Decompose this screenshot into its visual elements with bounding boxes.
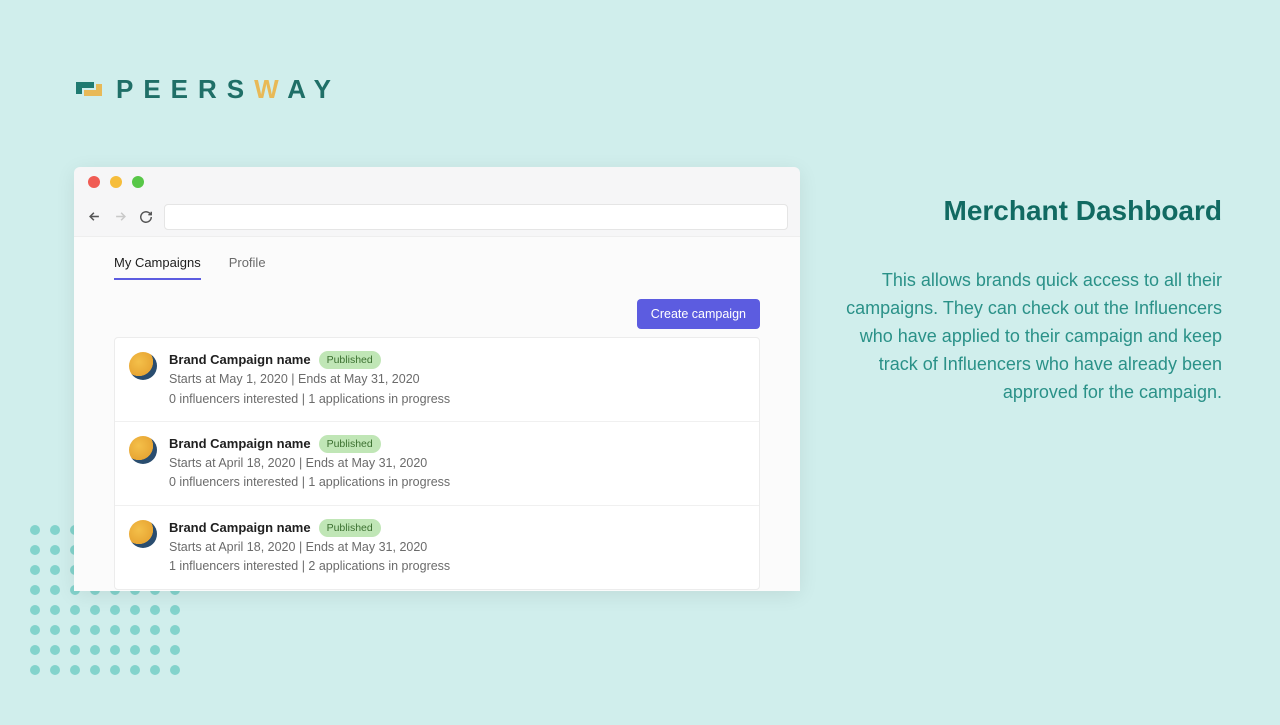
forward-icon[interactable] [112,209,128,225]
avatar [129,436,157,464]
campaign-dates: Starts at April 18, 2020 | Ends at May 3… [169,538,450,557]
list-item[interactable]: Brand Campaign name Published Starts at … [115,338,759,422]
campaign-title: Brand Campaign name [169,518,311,538]
tab-my-campaigns[interactable]: My Campaigns [114,255,201,280]
tab-profile[interactable]: Profile [229,255,266,280]
logo-mark-icon [72,72,106,106]
back-icon[interactable] [86,209,102,225]
window-maximize-icon[interactable] [132,176,144,188]
side-panel: Merchant Dashboard This allows brands qu… [842,195,1222,406]
nav-tabs: My Campaigns Profile [114,255,760,281]
page-description: This allows brands quick access to all t… [842,267,1222,406]
logo-text: PEERSWAY [116,74,341,105]
action-row: Create campaign [114,299,760,329]
avatar [129,352,157,380]
browser-toolbar [74,197,800,237]
campaign-dates: Starts at April 18, 2020 | Ends at May 3… [169,454,450,473]
list-item[interactable]: Brand Campaign name Published Starts at … [115,506,759,589]
status-badge: Published [319,519,381,537]
campaign-title: Brand Campaign name [169,434,311,454]
window-close-icon[interactable] [88,176,100,188]
campaign-title: Brand Campaign name [169,350,311,370]
status-badge: Published [319,435,381,453]
create-campaign-button[interactable]: Create campaign [637,299,760,329]
campaign-dates: Starts at May 1, 2020 | Ends at May 31, … [169,370,450,389]
status-badge: Published [319,351,381,369]
browser-window: My Campaigns Profile Create campaign Bra… [74,167,800,591]
campaign-stats: 0 influencers interested | 1 application… [169,390,450,409]
app-content: My Campaigns Profile Create campaign Bra… [74,237,800,591]
campaign-stats: 0 influencers interested | 1 application… [169,473,450,492]
reload-icon[interactable] [138,209,154,225]
peersway-logo: PEERSWAY [72,72,341,106]
url-input[interactable] [164,204,788,230]
campaign-stats: 1 influencers interested | 2 application… [169,557,450,576]
list-item[interactable]: Brand Campaign name Published Starts at … [115,422,759,506]
campaign-list: Brand Campaign name Published Starts at … [114,337,760,590]
page-title: Merchant Dashboard [842,195,1222,227]
window-titlebar [74,167,800,197]
avatar [129,520,157,548]
window-minimize-icon[interactable] [110,176,122,188]
